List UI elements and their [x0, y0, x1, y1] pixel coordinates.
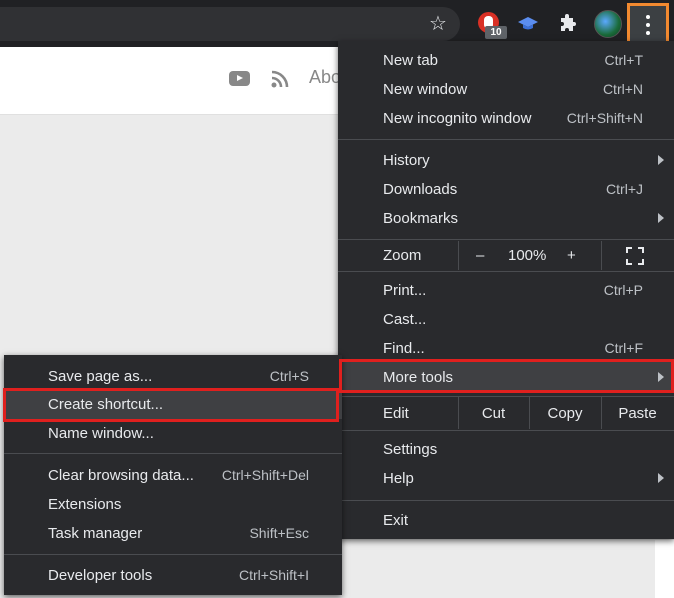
zoom-in-button[interactable]: + [567, 247, 576, 264]
browser-toolbar: ☆ 10 [0, 0, 674, 47]
menu-separator [338, 271, 674, 272]
rss-icon[interactable] [270, 69, 290, 89]
menu-item-bookmarks[interactable]: Bookmarks [338, 204, 674, 233]
page-strip [655, 540, 674, 598]
menu-item-help[interactable]: Help [338, 464, 674, 493]
menu-item-exit[interactable]: Exit [338, 506, 674, 535]
copy-button[interactable]: Copy [529, 405, 601, 422]
zoom-label: Zoom [383, 247, 422, 264]
submenu-arrow-icon [658, 155, 664, 165]
menu-item-settings[interactable]: Settings [338, 435, 674, 464]
cut-button[interactable]: Cut [458, 405, 529, 422]
submenu-item-name-window[interactable]: Name window... [4, 419, 342, 448]
edit-row: Edit Cut Copy Paste [338, 397, 674, 429]
chrome-main-menu: New tab Ctrl+T New window Ctrl+N New inc… [338, 41, 674, 539]
menu-item-new-incognito-window[interactable]: New incognito window Ctrl+Shift+N [338, 104, 674, 133]
menu-item-new-window[interactable]: New window Ctrl+N [338, 75, 674, 104]
menu-kebab-icon[interactable] [627, 3, 669, 45]
menu-item-cast[interactable]: Cast... [338, 305, 674, 334]
submenu-item-task-manager[interactable]: Task manager Shift+Esc [4, 519, 342, 548]
menu-item-new-tab[interactable]: New tab Ctrl+T [338, 46, 674, 75]
menu-separator [4, 554, 342, 555]
stop-hand-extension-icon[interactable]: 10 [476, 11, 507, 39]
page-nav-about[interactable]: Abo [309, 67, 341, 88]
zoom-out-button[interactable]: – [476, 247, 484, 264]
profile-avatar[interactable] [594, 10, 622, 38]
submenu-arrow-icon [658, 473, 664, 483]
submenu-item-developer-tools[interactable]: Developer tools Ctrl+Shift+I [4, 561, 342, 590]
zoom-row: Zoom – 100% + [338, 241, 674, 270]
menu-item-downloads[interactable]: Downloads Ctrl+J [338, 175, 674, 204]
menu-separator [4, 453, 342, 454]
graduation-cap-extension-icon[interactable] [515, 11, 541, 37]
address-bar[interactable] [0, 7, 460, 41]
fullscreen-icon[interactable] [626, 247, 644, 265]
extension-badge: 10 [485, 26, 507, 39]
menu-separator [338, 430, 674, 431]
annotation-create-shortcut-highlight [3, 388, 339, 422]
submenu-item-save-page-as[interactable]: Save page as... Ctrl+S [4, 362, 342, 391]
star-icon[interactable]: ☆ [426, 12, 450, 36]
submenu-item-extensions[interactable]: Extensions [4, 490, 342, 519]
menu-separator [338, 500, 674, 501]
menu-item-print[interactable]: Print... Ctrl+P [338, 276, 674, 305]
submenu-item-clear-browsing-data[interactable]: Clear browsing data... Ctrl+Shift+Del [4, 461, 342, 490]
menu-item-history[interactable]: History [338, 146, 674, 175]
menu-separator [338, 239, 674, 240]
puzzle-extensions-icon[interactable] [555, 11, 581, 37]
annotation-more-tools-highlight [339, 359, 674, 393]
submenu-arrow-icon [658, 213, 664, 223]
zoom-value: 100% [508, 247, 547, 264]
edit-label: Edit [383, 405, 409, 422]
menu-separator [338, 139, 674, 140]
paste-button[interactable]: Paste [601, 405, 674, 422]
youtube-icon[interactable] [229, 71, 250, 86]
